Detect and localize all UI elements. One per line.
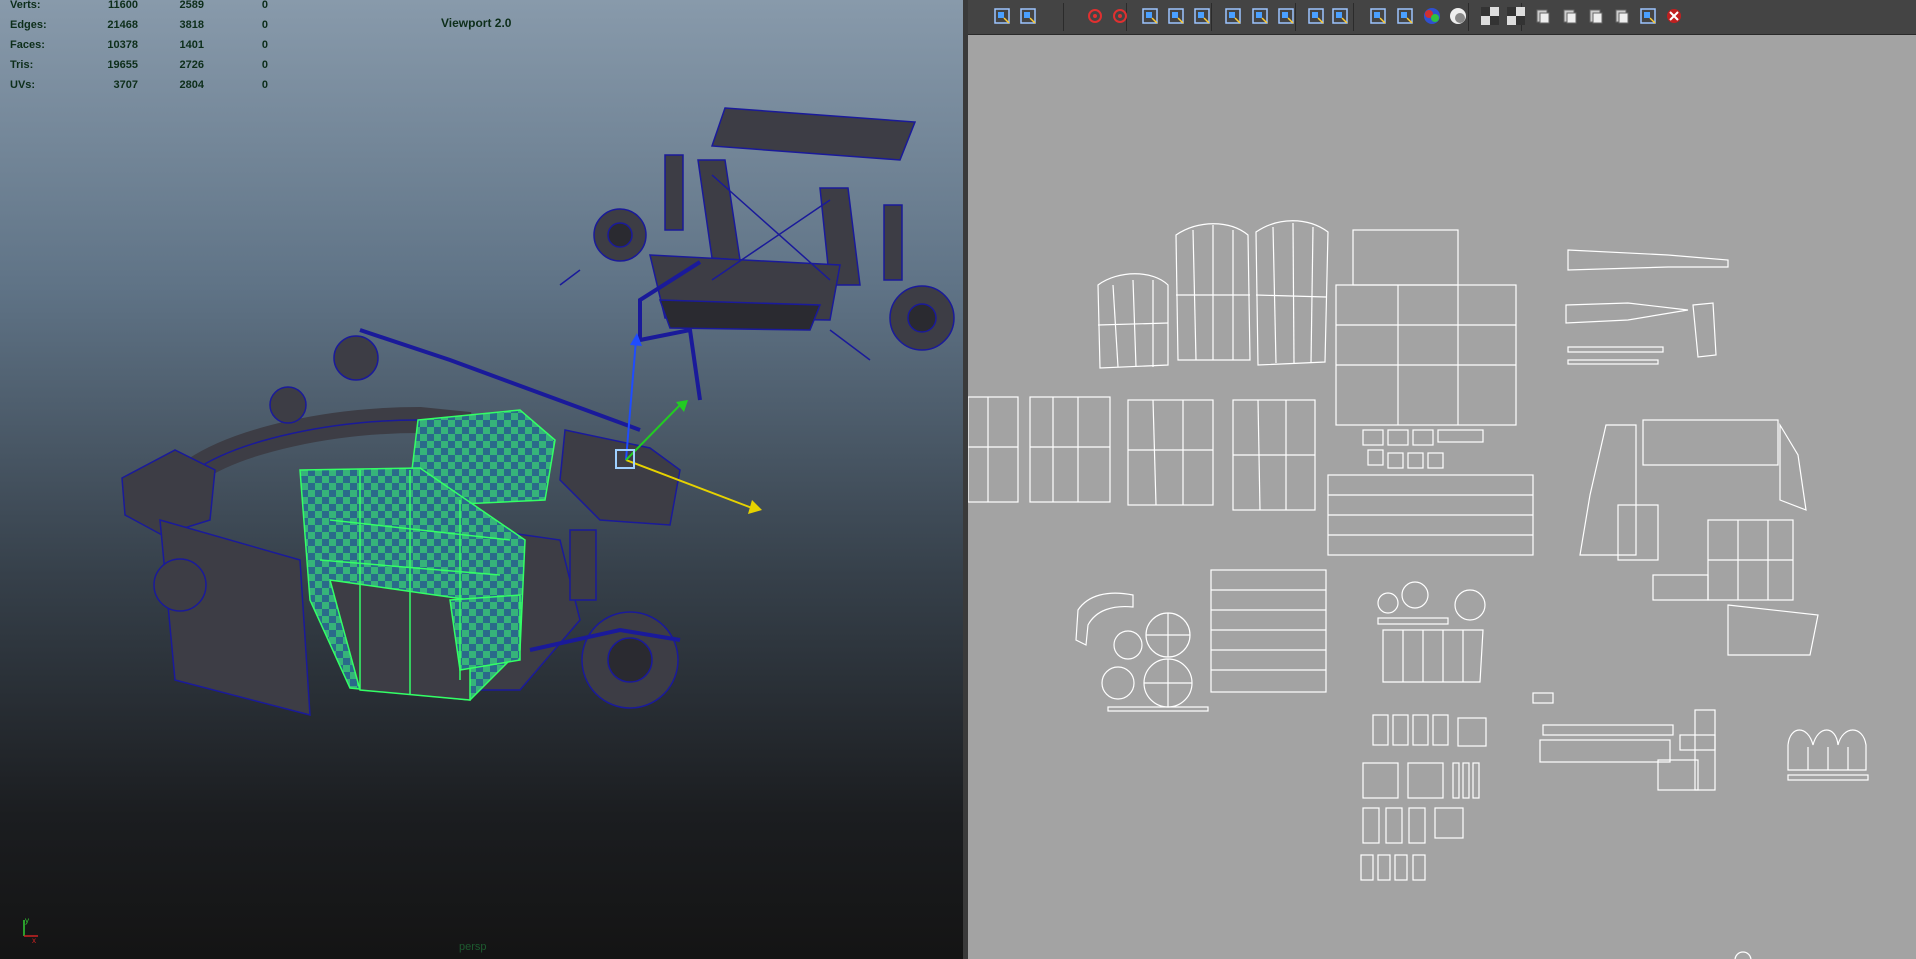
checker-map-icon[interactable]	[1504, 4, 1528, 28]
shading-icon[interactable]	[1446, 4, 1470, 28]
uv-shell-group-mid-right	[1579, 419, 1819, 656]
uv-split-icon[interactable]	[1248, 4, 1272, 28]
paste-u-icon[interactable]	[1584, 4, 1608, 28]
axis-indicator: y x	[18, 914, 42, 944]
scene-render[interactable]	[0, 0, 963, 959]
uv-frame-all-icon[interactable]	[990, 4, 1014, 28]
axis-y-label: y	[25, 916, 29, 925]
toolbar-separator	[1063, 3, 1064, 31]
uv-canvas[interactable]	[968, 35, 1916, 959]
toolbar-separator	[1353, 3, 1354, 31]
paste-v-icon[interactable]	[1610, 4, 1634, 28]
uv-shell-group-mid-left	[968, 396, 1316, 511]
uv-select-icon[interactable]	[1016, 4, 1040, 28]
color-rgb-icon[interactable]	[1420, 4, 1444, 28]
uv-display-icon[interactable]	[1393, 4, 1417, 28]
uv-align-icon[interactable]	[1328, 4, 1352, 28]
uv-move-icon[interactable]	[1164, 4, 1188, 28]
uv-shell-group-bottom-right	[1532, 692, 1869, 959]
uv-cut-icon[interactable]	[1221, 4, 1245, 28]
rotate-cw-icon[interactable]	[1108, 4, 1132, 28]
uv-shells[interactable]	[968, 35, 1916, 959]
uv-shell-group-bottom-center	[1360, 581, 1487, 881]
uv-shell-group-center	[1327, 229, 1534, 556]
paste-uv-icon[interactable]	[1558, 4, 1582, 28]
uv-toolbar	[968, 0, 1916, 35]
uv-options-icon[interactable]	[1636, 4, 1660, 28]
axis-x-label: x	[32, 936, 36, 944]
uv-layout-icon[interactable]	[1190, 4, 1214, 28]
viewport-3d[interactable]: Verts: 11600 2589 0 Edges: 21468 3818 0 Faces: 10…	[0, 0, 963, 959]
uv-snapshot-icon[interactable]	[1138, 4, 1162, 28]
uv-image-icon[interactable]	[1366, 4, 1390, 28]
checker-icon[interactable]	[1478, 4, 1502, 28]
uv-delete-icon[interactable]	[1662, 4, 1686, 28]
rear-suspension-mesh	[559, 107, 955, 401]
uv-shell-group-bottom-left	[1075, 569, 1327, 712]
uv-shell-group-top-right	[1565, 249, 1729, 365]
rotate-ccw-icon[interactable]	[1083, 4, 1107, 28]
camera-name-label: persp	[459, 941, 487, 953]
selected-engine-mesh	[299, 409, 556, 701]
copy-uv-icon[interactable]	[1531, 4, 1555, 28]
uv-grid-icon[interactable]	[1304, 4, 1328, 28]
uv-shell-group-top-left	[1097, 220, 1329, 369]
uv-sew-icon[interactable]	[1274, 4, 1298, 28]
uv-editor-panel	[968, 0, 1916, 959]
